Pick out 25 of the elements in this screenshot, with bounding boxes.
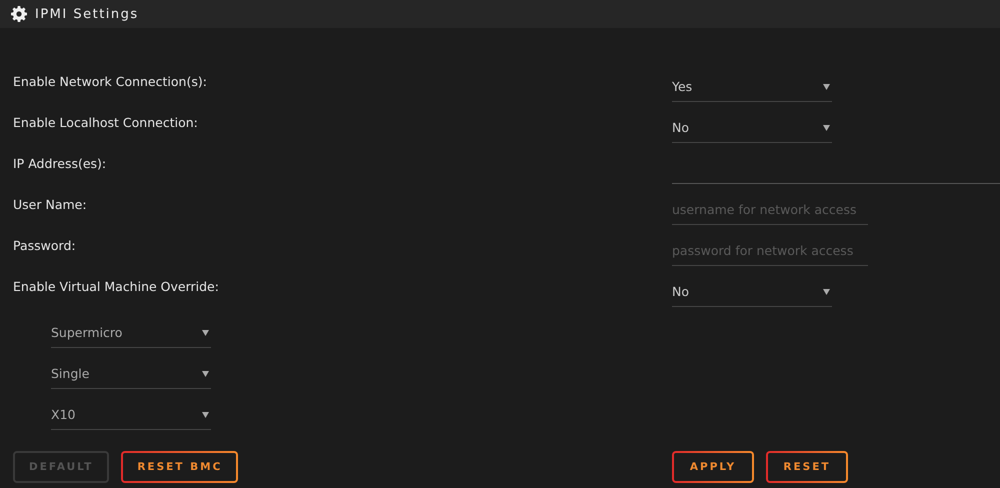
dropdown[interactable]: Yes [672,72,832,102]
field-label: IP Address(es): [12,156,108,171]
caret-icon [202,370,209,376]
dropdown[interactable]: No [672,277,832,307]
caret-icon [823,288,830,294]
caret-icon [823,84,830,90]
settings-icon [11,6,27,22]
header-title: IPMI Settings [35,6,139,22]
field-label: User Name: [12,197,88,212]
dropdown[interactable]: No [672,113,832,143]
action-button[interactable]: RESET BMC [121,451,238,483]
caret-icon [202,412,209,418]
dropdown[interactable]: X10 [51,400,211,430]
action-button[interactable]: APPLY [672,451,754,483]
caret-icon [202,330,209,336]
field-label: Enable Virtual Machine Override: [12,279,220,294]
caret-icon [823,124,830,130]
field-label: Enable Network Connection(s): [12,74,208,89]
dropdown[interactable]: Single [51,359,211,389]
dropdown[interactable]: Supermicro [51,318,211,348]
input-field[interactable]: password for network access [672,235,868,266]
field-label: Enable Localhost Connection: [12,115,199,130]
action-button[interactable]: RESET [766,451,848,483]
field-label: Password: [12,238,77,253]
input-field[interactable]: username for network access [672,194,868,225]
